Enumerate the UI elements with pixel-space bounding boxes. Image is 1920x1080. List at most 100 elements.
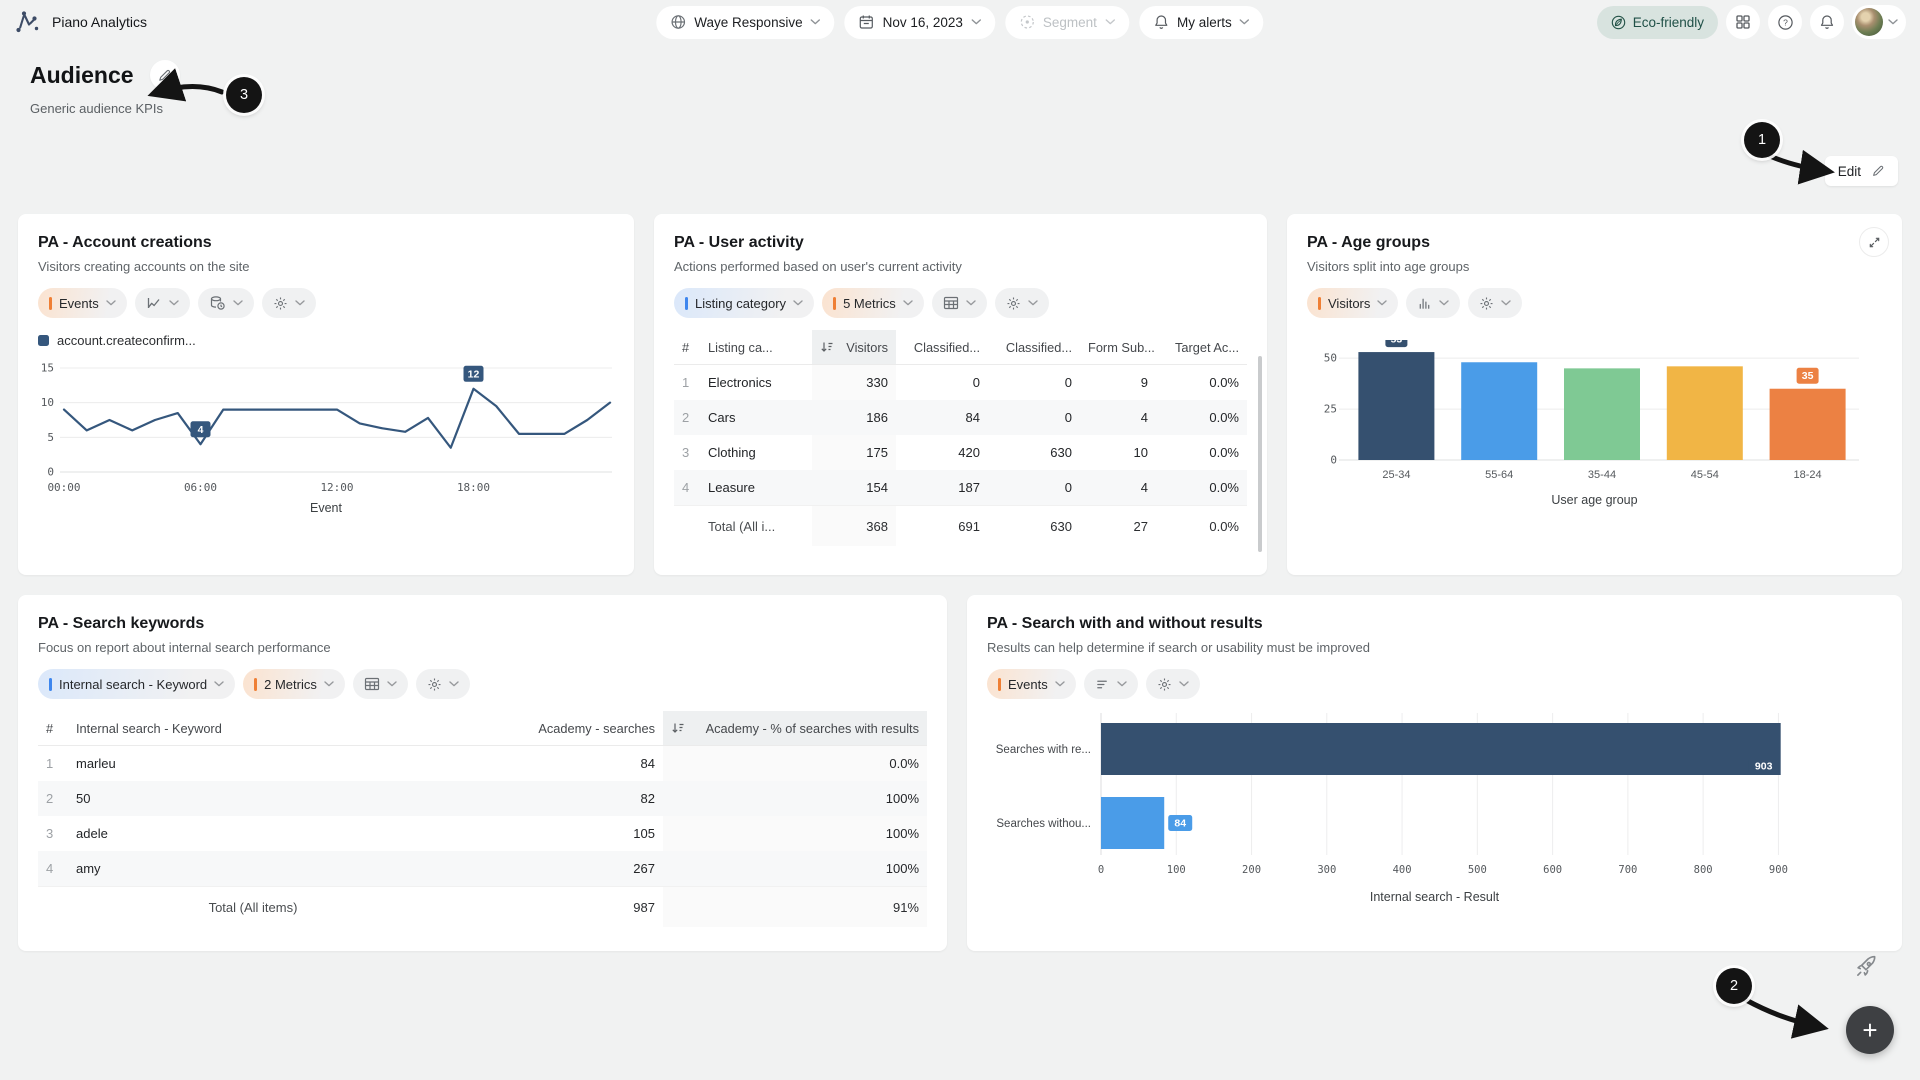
date-label: Nov 16, 2023 bbox=[883, 15, 963, 30]
dimension-pill-events[interactable]: Events bbox=[38, 288, 127, 318]
svg-text:Searches withou...: Searches withou... bbox=[996, 818, 1091, 830]
chevron-down-icon bbox=[1240, 19, 1250, 25]
settings-pill[interactable] bbox=[995, 288, 1049, 318]
table-cell: 368 bbox=[812, 506, 896, 547]
column-header-sorted[interactable]: Visitors bbox=[812, 330, 896, 365]
dimension-pill-events[interactable]: Events bbox=[987, 669, 1076, 699]
topbar-actions: Eco-friendly ? bbox=[1597, 5, 1906, 39]
user-activity-table: #Listing ca...VisitorsClassified...Class… bbox=[674, 330, 1247, 546]
dimension-pill-listing-category[interactable]: Listing category bbox=[674, 288, 814, 318]
table-row: 2Cars18684040.0% bbox=[674, 400, 1247, 435]
table-total-row: Total (All i...368691630270.0% bbox=[674, 506, 1247, 547]
edit-title-button[interactable] bbox=[150, 60, 180, 90]
chevron-down-icon bbox=[1179, 681, 1189, 687]
column-header[interactable]: # bbox=[674, 330, 700, 365]
table-cell: 0.0% bbox=[1156, 435, 1247, 470]
table-scrollbar[interactable] bbox=[1258, 356, 1262, 552]
table-cell: 91% bbox=[663, 887, 927, 928]
table-cell: 4 bbox=[38, 851, 68, 887]
chart-type-pill[interactable] bbox=[1084, 669, 1138, 699]
bell-icon bbox=[1819, 14, 1835, 30]
segment-selector[interactable]: Segment bbox=[1005, 6, 1129, 39]
column-header[interactable]: Classified... bbox=[896, 330, 988, 365]
chart-legend: account.createconfirm... bbox=[38, 333, 614, 348]
user-menu[interactable] bbox=[1852, 5, 1906, 39]
pencil-icon bbox=[1871, 164, 1885, 178]
table-total-row: Total (All items)98791% bbox=[38, 887, 927, 928]
chart-type-pill[interactable] bbox=[135, 288, 190, 318]
table-row: 25082100% bbox=[38, 781, 927, 816]
dimension-pill-internal-search-keyword[interactable]: Internal search - Keyword bbox=[38, 669, 235, 699]
notifications-button[interactable] bbox=[1810, 5, 1844, 39]
table-cell: Electronics bbox=[700, 365, 812, 401]
column-header[interactable]: # bbox=[38, 711, 68, 746]
table-cell: 154 bbox=[812, 470, 896, 506]
table-row: 1Electronics3300090.0% bbox=[674, 365, 1247, 401]
pencil-icon bbox=[157, 68, 172, 83]
eco-friendly-badge[interactable]: Eco-friendly bbox=[1597, 6, 1718, 39]
svg-text:50: 50 bbox=[1324, 352, 1337, 365]
pill-label: Listing category bbox=[695, 296, 786, 311]
avatar bbox=[1855, 8, 1883, 36]
chart-type-pill[interactable] bbox=[1406, 288, 1460, 318]
table-cell: 50 bbox=[68, 781, 438, 816]
column-header[interactable]: Target Ac... bbox=[1156, 330, 1247, 365]
expand-icon bbox=[1868, 236, 1881, 249]
table-cell: 100% bbox=[663, 781, 927, 816]
table-cell: 4 bbox=[1080, 400, 1156, 435]
table-cell: 187 bbox=[896, 470, 988, 506]
add-widget-button[interactable]: + bbox=[1846, 1006, 1894, 1054]
column-header[interactable]: Form Sub... bbox=[1080, 330, 1156, 365]
globe-icon bbox=[670, 14, 686, 30]
annotation-circle-3: 3 bbox=[226, 77, 262, 113]
assistant-rocket-button[interactable] bbox=[1853, 952, 1883, 982]
pill-label: Internal search - Keyword bbox=[59, 677, 207, 692]
card-title: PA - Account creations bbox=[38, 234, 614, 252]
column-header-sorted[interactable]: Academy - % of searches with results bbox=[663, 711, 927, 746]
svg-text:0: 0 bbox=[1098, 864, 1104, 876]
chevron-down-icon bbox=[324, 681, 334, 687]
date-picker[interactable]: Nov 16, 2023 bbox=[845, 6, 995, 39]
settings-pill[interactable] bbox=[1146, 669, 1200, 699]
site-selector[interactable]: Waye Responsive bbox=[656, 6, 834, 39]
chart-type-pill[interactable] bbox=[932, 288, 987, 318]
database-clock-icon bbox=[209, 295, 226, 311]
segment-label: Segment bbox=[1043, 15, 1097, 30]
plus-icon: + bbox=[1862, 1017, 1877, 1043]
column-header[interactable]: Listing ca... bbox=[700, 330, 812, 365]
table-cell: 0 bbox=[988, 365, 1080, 401]
piano-analytics-logo[interactable] bbox=[14, 9, 40, 35]
expand-button[interactable] bbox=[1859, 227, 1889, 257]
accent-bar bbox=[49, 678, 52, 691]
table-row: 4Leasure154187040.0% bbox=[674, 470, 1247, 506]
help-button[interactable]: ? bbox=[1768, 5, 1802, 39]
card-subtitle: Visitors split into age groups bbox=[1307, 259, 1882, 274]
chevron-down-icon bbox=[1028, 300, 1038, 306]
column-header[interactable]: Internal search - Keyword bbox=[68, 711, 438, 746]
column-header[interactable]: Classified... bbox=[988, 330, 1080, 365]
x-axis-title: Event bbox=[38, 501, 614, 515]
metric-pill-visitors[interactable]: Visitors bbox=[1307, 288, 1398, 318]
chart-type-pill[interactable] bbox=[353, 669, 408, 699]
settings-pill[interactable] bbox=[1468, 288, 1522, 318]
svg-text:903: 903 bbox=[1755, 761, 1773, 773]
svg-text:12:00: 12:00 bbox=[320, 481, 353, 494]
apps-grid-button[interactable] bbox=[1726, 5, 1760, 39]
target-icon bbox=[1019, 14, 1035, 30]
page-header: Audience Generic audience KPIs bbox=[30, 60, 180, 116]
sort-descending-icon bbox=[671, 722, 685, 734]
svg-text:53: 53 bbox=[1391, 340, 1403, 346]
data-period-pill[interactable] bbox=[198, 288, 254, 318]
my-alerts-button[interactable]: My alerts bbox=[1139, 6, 1264, 39]
settings-pill[interactable] bbox=[262, 288, 316, 318]
settings-pill[interactable] bbox=[416, 669, 470, 699]
svg-text:4: 4 bbox=[198, 424, 204, 436]
metrics-pill[interactable]: 2 Metrics bbox=[243, 669, 345, 699]
edit-dashboard-button[interactable]: Edit bbox=[1825, 156, 1898, 186]
metrics-pill[interactable]: 5 Metrics bbox=[822, 288, 924, 318]
svg-text:18:00: 18:00 bbox=[457, 481, 490, 494]
brand-name: Piano Analytics bbox=[52, 14, 147, 30]
table-cell: amy bbox=[68, 851, 438, 887]
accent-bar bbox=[49, 297, 52, 310]
column-header[interactable]: Academy - searches bbox=[438, 711, 663, 746]
